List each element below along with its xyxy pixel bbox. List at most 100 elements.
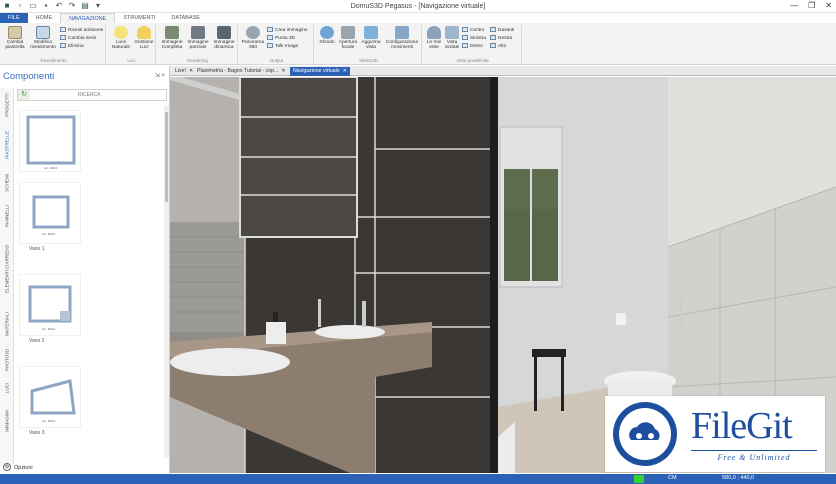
group-slides3d: Sfondo Apertura focale Aggiorna vista Co… [316, 25, 422, 64]
immagine-completa-button[interactable]: Immagine Completa [159, 26, 185, 51]
tab-file[interactable]: FILE [0, 13, 28, 23]
modifica-rivestimento-button[interactable]: Modifica rivestimento [29, 26, 57, 51]
vtab-schemi[interactable]: SCHEMI [0, 168, 14, 198]
group-vista-predefinita: Le mie viste Vista iniziale Centro Sinis… [424, 25, 522, 64]
aggiorna-vista-button[interactable]: Aggiorna vista [359, 26, 383, 51]
watermark-tagline: Free & Unlimited [691, 450, 817, 462]
home-view-icon [445, 26, 459, 39]
focal-icon [341, 26, 355, 39]
group-rendering: Immagine Completa Immagine parziale Imma… [158, 25, 238, 64]
room-thumbnail: cm. 300,0 [19, 182, 81, 244]
tab-database[interactable]: DATABASE [163, 13, 208, 23]
rivesti-ambiente-button[interactable]: Rivesti ambiente [60, 27, 103, 34]
room-plan-icon: cm. 300,0 [28, 285, 72, 331]
list-item[interactable]: cm. 300,0 Vano 3 [19, 366, 84, 438]
title-bar: ■ ▫ ▭ ▪ ↶ ↷ ▤ ▾ DomuS3D Pegasus - [Navig… [0, 0, 836, 13]
view-dietro-button[interactable]: Dietro [462, 43, 483, 50]
configurazione-movimenti-button[interactable]: Configurazione movimenti [383, 26, 421, 51]
le-mie-viste-button[interactable]: Le mie viste [425, 26, 443, 51]
view-centro-button[interactable]: Centro [462, 27, 484, 34]
my-views-icon [427, 26, 441, 39]
panorama-360-button[interactable]: Panorama 360 [241, 26, 265, 51]
room-plan-icon: cm. 300,0 [30, 379, 76, 423]
room-thumbnail: cm. 300,0 [19, 110, 81, 172]
movement-config-icon [395, 26, 409, 39]
close-tab-icon[interactable]: ✕ [343, 68, 347, 74]
view-alto-button[interactable]: Alto [490, 43, 506, 50]
svg-text:cm. 300,0: cm. 300,0 [42, 327, 56, 331]
options-label[interactable]: Opzioni [14, 465, 33, 471]
unit-label[interactable]: CM [668, 475, 677, 481]
view-cube-icon [490, 27, 496, 33]
refresh-icon[interactable]: ↻ [18, 90, 30, 100]
list-item[interactable]: cm. 300,0 Vano 2 [19, 274, 84, 346]
document-tabs: Live! ✕ Planimetria - Bagno Tutorial - co… [170, 66, 836, 76]
maximize-button[interactable]: ❐ [808, 1, 815, 10]
vtab-pannelli[interactable]: PANNELLI [0, 198, 14, 234]
view-sinistra-button[interactable]: Sinistra [462, 35, 486, 42]
immagine-parziale-button[interactable]: Immagine parziale [185, 26, 211, 51]
list-item[interactable]: cm. 300,0 [19, 110, 84, 182]
point-3d-icon [267, 35, 273, 41]
watermark-brand: FileGit [691, 405, 793, 447]
watermark-logo: FileGit Free & Unlimited [605, 396, 825, 472]
svg-text:cm. 300,0: cm. 300,0 [42, 232, 56, 236]
view-cube-icon [462, 27, 468, 33]
apertura-focale-button[interactable]: Apertura focale [337, 26, 359, 51]
search-bar[interactable]: ↻ RICERCA [17, 89, 167, 101]
dynamic-image-icon [217, 26, 231, 39]
vtab-progetti[interactable]: PROGETTI [0, 88, 14, 122]
tab-navigazione-virtuale[interactable]: Navigazione virtuale ✕ [290, 67, 351, 76]
bulb-icon [137, 26, 151, 39]
view-destra-button[interactable]: Destra [490, 35, 512, 42]
immagine-dinamica-button[interactable]: Immagine dinamica [211, 26, 237, 51]
panel-title: Componenti [3, 71, 55, 82]
series-icon [60, 35, 66, 41]
cambia-piastrella-button[interactable]: Cambia piastrella [4, 26, 26, 51]
luce-naturale-button[interactable]: Luce Naturale [110, 26, 132, 51]
punta-3d-button[interactable]: Punta 3D [267, 35, 295, 42]
tab-strumenti[interactable]: STRUMENTI [115, 13, 163, 23]
vtab-piastrelle[interactable]: PIASTRELLE [0, 122, 14, 168]
components-panel: Componenti ⇲ × PROGETTI PIASTRELLE SCHEM… [0, 66, 170, 474]
vtab-materiali[interactable]: MATERIALI [0, 304, 14, 344]
scrollbar-thumb[interactable] [165, 112, 168, 202]
talk-image-button[interactable]: Talk Image [267, 43, 298, 50]
view-davanti-button[interactable]: Davanti [490, 27, 514, 34]
group-rivestimento: Cambia piastrella Modifica rivestimento … [2, 25, 106, 64]
tab-planimetria[interactable]: Planimetria - Bagno Tutorial - cop... ✕ [194, 67, 289, 76]
vtab-photo3d[interactable]: PHOTO3D [0, 344, 14, 376]
pin-icon[interactable]: ⇲ × [155, 72, 165, 79]
tab-navigazione[interactable]: NAVIGAZIONE [60, 13, 116, 23]
vtab-elementi-arredo[interactable]: ELEMENTI D'ARREDO [0, 234, 14, 304]
create-image-icon [267, 27, 273, 33]
list-scrollbar[interactable] [164, 106, 169, 458]
vista-iniziale-button[interactable]: Vista iniziale [443, 26, 461, 51]
view-cube-icon [490, 35, 496, 41]
close-tab-icon[interactable]: ✕ [189, 68, 193, 74]
close-tab-icon[interactable]: ✕ [281, 68, 285, 74]
room-thumbnail: cm. 300,0 [19, 366, 81, 428]
coordinates-readout: 580,0 ; 440,0 [722, 475, 755, 481]
crea-immagine-button[interactable]: Crea immagine [267, 27, 308, 34]
cambia-serie-button[interactable]: Cambia serie [60, 35, 96, 42]
close-button[interactable]: ✕ [825, 1, 832, 10]
tab-home[interactable]: HOME [28, 13, 61, 23]
ribbon: Cambia piastrella Modifica rivestimento … [0, 23, 836, 65]
gestione-luci-button[interactable]: Gestione Luci [133, 26, 155, 51]
minimize-button[interactable]: — [790, 1, 798, 10]
talk-image-icon [267, 43, 273, 49]
list-item[interactable]: cm. 300,0 Vano 1 [19, 182, 84, 254]
refresh-view-icon [364, 26, 378, 39]
tile-icon [8, 26, 22, 39]
svg-text:cm. 300,0: cm. 300,0 [42, 419, 56, 423]
tab-live[interactable]: Live! ✕ [172, 67, 196, 76]
options-button[interactable]: ⚙ [3, 463, 13, 471]
vtab-luci[interactable]: LUCI [0, 376, 14, 400]
background-icon [320, 26, 334, 39]
vtab-immagini[interactable]: IMMAGINI [0, 400, 14, 442]
sfondo-button[interactable]: Sfondo [317, 26, 337, 45]
vertical-tabs: PROGETTI PIASTRELLE SCHEMI PANNELLI ELEM… [0, 88, 14, 464]
room-plan-icon: cm. 300,0 [26, 115, 76, 170]
elimina-button[interactable]: Elimina [60, 43, 84, 50]
